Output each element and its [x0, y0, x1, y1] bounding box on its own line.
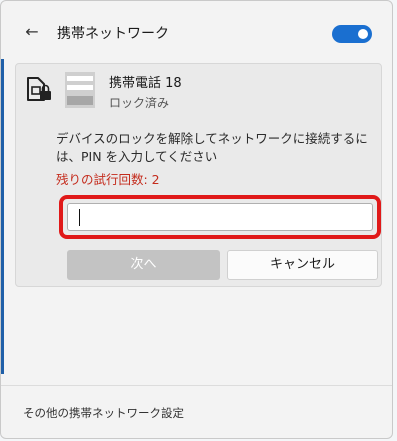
network-name: 携帯電話 18 — [109, 76, 182, 91]
footer-divider — [1, 385, 392, 386]
attempts-remaining-text: 残りの試行回数: 2 — [56, 172, 160, 187]
cancel-button[interactable]: キャンセル — [227, 250, 378, 280]
back-button[interactable]: ← — [23, 23, 41, 41]
network-status: ロック済み — [109, 96, 170, 110]
back-arrow-icon: ← — [25, 22, 39, 41]
flyout-header: ← 携帯ネットワーク — [1, 1, 392, 63]
page-title: 携帯ネットワーク — [57, 26, 169, 42]
pin-input[interactable] — [67, 203, 373, 231]
toggle-knob — [358, 29, 368, 39]
sim-lock-icon — [27, 77, 51, 101]
next-button[interactable]: 次へ — [67, 250, 220, 280]
pin-instruction-text: デバイスのロックを解除してネットワークに接続するには、PIN を入力してください — [56, 131, 368, 164]
more-cellular-settings-link[interactable]: その他の携帯ネットワーク設定 — [23, 405, 184, 421]
network-card: 携帯電話 18 ロック済み デバイスのロックを解除してネットワークに接続するには… — [15, 63, 382, 287]
sim-card-icon — [65, 72, 95, 108]
cellular-flyout-panel: ← 携帯ネットワーク 携帯電話 18 ロック済み デバイスのロックを解除してネッ… — [0, 0, 393, 439]
cellular-toggle[interactable] — [332, 25, 372, 43]
text-caret — [79, 209, 80, 226]
left-accent-bar — [1, 59, 4, 374]
